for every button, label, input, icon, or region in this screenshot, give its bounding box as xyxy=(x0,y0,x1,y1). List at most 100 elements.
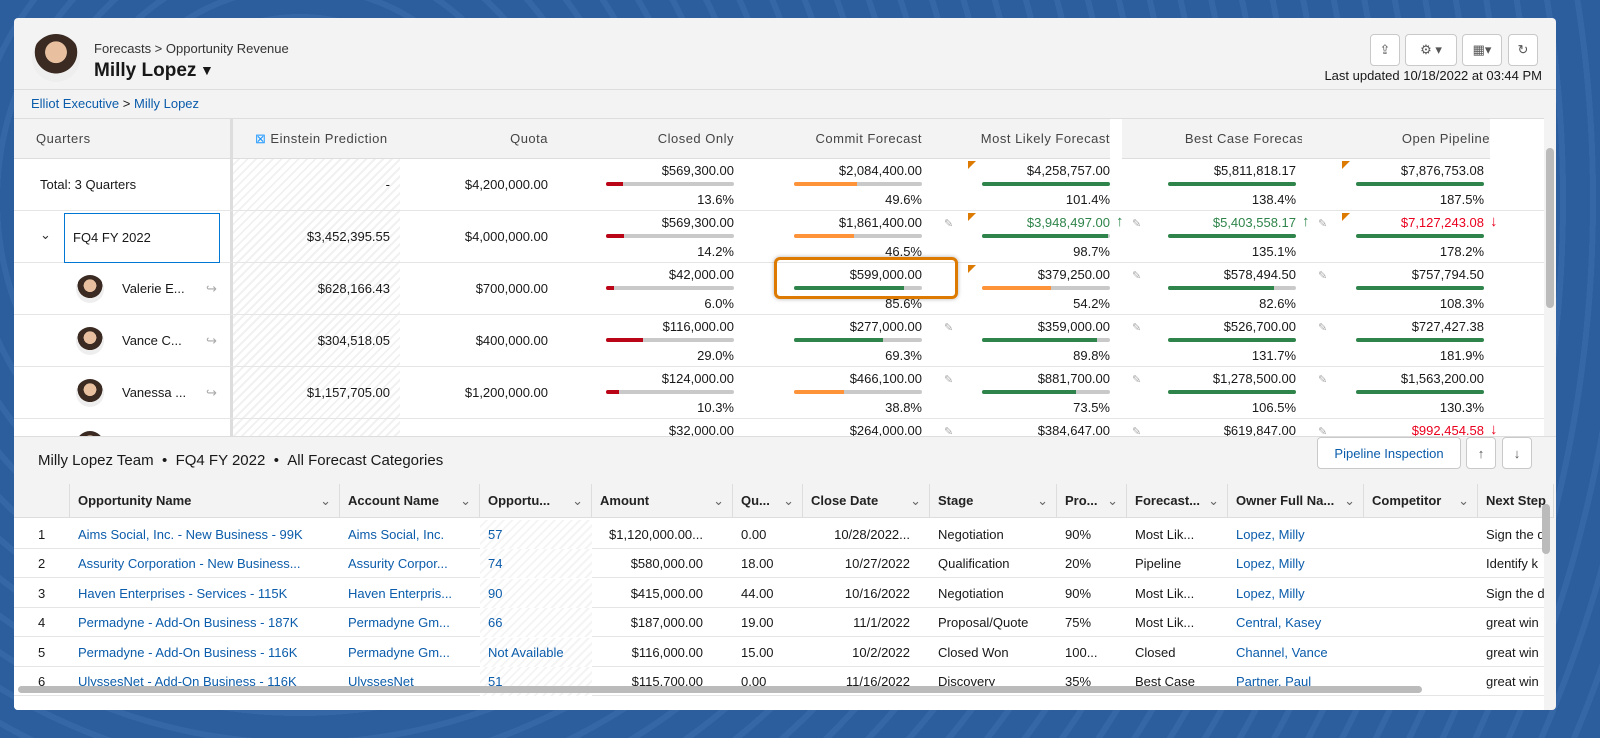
forecast-amount[interactable]: $757,794.50 xyxy=(1412,267,1484,282)
hierarchy-parent-link[interactable]: Elliot Executive xyxy=(31,96,119,111)
edit-pencil-icon[interactable]: ✎ xyxy=(1132,269,1141,282)
table-cell[interactable]: Permadyne - Add-On Business - 187K xyxy=(70,608,340,637)
edit-pencil-icon[interactable]: ✎ xyxy=(1318,321,1327,334)
column-header-7[interactable]: Open Pipeline xyxy=(1302,119,1490,159)
forecast-amount[interactable]: $1,563,200.00 xyxy=(1401,371,1484,386)
rep-name[interactable]: Vance C... xyxy=(122,333,182,348)
column-header-2[interactable]: Quota xyxy=(400,119,548,159)
column-header-1[interactable]: ⊠ Einstein Prediction xyxy=(233,119,400,159)
table-column-header[interactable]: Qu... ⌄ xyxy=(733,484,803,518)
table-vertical-scrollbar[interactable] xyxy=(1542,504,1550,554)
column-header-4[interactable]: Commit Forecast xyxy=(734,119,922,159)
edit-pencil-icon[interactable]: ✎ xyxy=(944,217,953,230)
table-cell[interactable]: Lopez, Milly xyxy=(1228,549,1364,578)
table-cell[interactable]: Aims Social, Inc. - New Business - 99K xyxy=(70,520,340,549)
edit-pencil-icon[interactable]: ✎ xyxy=(1132,217,1141,230)
drill-down-icon[interactable]: ↪ xyxy=(206,333,217,349)
chevron-down-icon[interactable]: ⌄ xyxy=(572,484,583,517)
table-cell[interactable]: Lopez, Milly xyxy=(1228,579,1364,608)
table-cell[interactable]: Haven Enterprises - Services - 115K xyxy=(70,579,340,608)
forecast-amount[interactable]: $124,000.00 xyxy=(662,371,734,386)
forecast-amount[interactable]: $569,300.00 xyxy=(662,163,734,178)
chevron-down-icon[interactable]: ⌄ xyxy=(1344,484,1355,517)
forecast-amount[interactable]: $5,811,818.17 xyxy=(1214,163,1296,178)
chevron-down-icon[interactable]: ⌄ xyxy=(460,484,471,517)
table-cell[interactable]: Aims Social, Inc. xyxy=(340,520,480,549)
edit-pencil-icon[interactable]: ✎ xyxy=(1318,217,1327,230)
table-cell[interactable]: Haven Enterpris... xyxy=(340,579,480,608)
chevron-down-icon[interactable]: ⌄ xyxy=(1037,484,1048,517)
table-column-header[interactable]: Pro... ⌄ xyxy=(1057,484,1127,518)
table-cell[interactable]: 74 xyxy=(480,549,592,579)
forecast-amount[interactable]: $384,647.00 xyxy=(1038,423,1110,436)
table-column-header[interactable]: Amount ⌄ xyxy=(592,484,733,518)
edit-pencil-icon[interactable]: ✎ xyxy=(1318,373,1327,386)
edit-pencil-icon[interactable]: ✎ xyxy=(1132,425,1141,436)
column-header-3[interactable]: Closed Only xyxy=(548,119,734,159)
forecast-amount[interactable]: $526,700.00 xyxy=(1224,319,1296,334)
share-button[interactable]: ⇪ xyxy=(1370,34,1400,66)
forecast-amount[interactable]: $359,000.00 xyxy=(1038,319,1110,334)
edit-pencil-icon[interactable]: ✎ xyxy=(944,373,953,386)
forecast-amount[interactable]: $619,847.00 xyxy=(1224,423,1296,436)
forecast-amount[interactable]: $264,000.00 xyxy=(850,423,922,436)
user-name-title[interactable]: Milly Lopez xyxy=(94,60,196,82)
chevron-down-icon[interactable]: ⌄ xyxy=(320,484,331,517)
forecast-amount[interactable]: $42,000.00 xyxy=(669,267,734,282)
table-horizontal-scrollbar[interactable] xyxy=(18,686,1422,693)
forecast-amount[interactable]: $2,084,400.00 xyxy=(839,163,922,178)
table-cell[interactable]: Lopez, Milly xyxy=(1228,520,1364,549)
rep-name[interactable]: Valerie E... xyxy=(122,281,185,296)
forecast-amount[interactable]: $881,700.00 xyxy=(1038,371,1110,386)
forecast-amount[interactable]: $466,100.00 xyxy=(850,371,922,386)
forecast-amount[interactable]: $578,494.50 xyxy=(1224,267,1296,282)
forecast-amount[interactable]: $277,000.00 xyxy=(850,319,922,334)
chevron-down-icon[interactable]: ⌄ xyxy=(1458,484,1469,517)
refresh-button[interactable]: ↻ xyxy=(1508,34,1538,66)
forecast-amount[interactable]: $4,258,757.00 xyxy=(1027,163,1110,178)
chevron-down-icon[interactable]: ⌄ xyxy=(713,484,724,517)
edit-pencil-icon[interactable]: ✎ xyxy=(1318,425,1327,436)
forecast-amount[interactable]: $727,427.38 xyxy=(1412,319,1484,334)
table-column-header[interactable]: Forecast... ⌄ xyxy=(1127,484,1228,518)
drill-down-icon[interactable]: ↪ xyxy=(206,385,217,401)
forecast-amount[interactable]: $569,300.00 xyxy=(662,215,734,230)
table-cell[interactable]: Assurity Corpor... xyxy=(340,549,480,578)
forecast-amount[interactable]: $116,000.00 xyxy=(663,319,734,334)
settings-menu-button[interactable]: ⚙ ▾ xyxy=(1405,34,1457,66)
edit-pencil-icon[interactable]: ✎ xyxy=(1318,269,1327,282)
edit-pencil-icon[interactable]: ✎ xyxy=(944,321,953,334)
table-column-header[interactable]: Competitor ⌄ xyxy=(1364,484,1478,518)
pipeline-inspection-button[interactable]: Pipeline Inspection xyxy=(1317,437,1461,469)
chevron-down-icon[interactable]: ⌄ xyxy=(783,484,794,517)
table-cell[interactable]: Channel, Vance xyxy=(1228,638,1364,667)
grid-scrollbar[interactable] xyxy=(1546,118,1554,436)
table-cell[interactable]: Not Available xyxy=(480,637,592,667)
forecast-amount[interactable]: $5,403,558.17 xyxy=(1213,215,1296,230)
table-column-header[interactable]: Opportunity Name ⌄ xyxy=(70,484,340,518)
table-cell[interactable]: 57 xyxy=(480,520,592,549)
column-header-6[interactable]: Best Case Forecast xyxy=(1122,119,1308,159)
forecast-amount[interactable]: $379,250.00 xyxy=(1038,267,1110,282)
column-display-button[interactable]: ▦▾ xyxy=(1462,34,1502,66)
hierarchy-current-link[interactable]: Milly Lopez xyxy=(134,96,199,111)
user-dropdown-icon[interactable]: ▼ xyxy=(200,62,214,78)
drill-down-icon[interactable]: ↪ xyxy=(206,281,217,297)
forecast-amount[interactable]: $992,454.58 xyxy=(1412,423,1484,436)
table-cell[interactable]: 66 xyxy=(480,608,592,638)
scroll-down-button[interactable]: ↓ xyxy=(1502,437,1532,469)
column-header-0[interactable]: Quarters xyxy=(14,119,230,159)
table-cell[interactable]: Permadyne Gm... xyxy=(340,638,480,667)
rep-name[interactable]: Vanessa ... xyxy=(122,385,186,400)
edit-pencil-icon[interactable]: ✎ xyxy=(1132,373,1141,386)
forecast-amount[interactable]: $7,127,243.08 xyxy=(1401,215,1484,230)
table-cell[interactable]: Permadyne Gm... xyxy=(340,608,480,637)
table-cell[interactable]: Central, Kasey xyxy=(1228,608,1364,637)
chevron-down-icon[interactable]: ⌄ xyxy=(910,484,921,517)
table-column-header[interactable]: Account Name ⌄ xyxy=(340,484,480,518)
forecast-amount[interactable]: $7,876,753.08 xyxy=(1401,163,1484,178)
quarter-cell[interactable]: FQ4 FY 2022 xyxy=(64,213,220,263)
forecast-amount[interactable]: $1,278,500.00 xyxy=(1213,371,1296,386)
edit-pencil-icon[interactable]: ✎ xyxy=(1132,321,1141,334)
forecast-amount[interactable]: $3,948,497.00 xyxy=(1027,215,1110,230)
